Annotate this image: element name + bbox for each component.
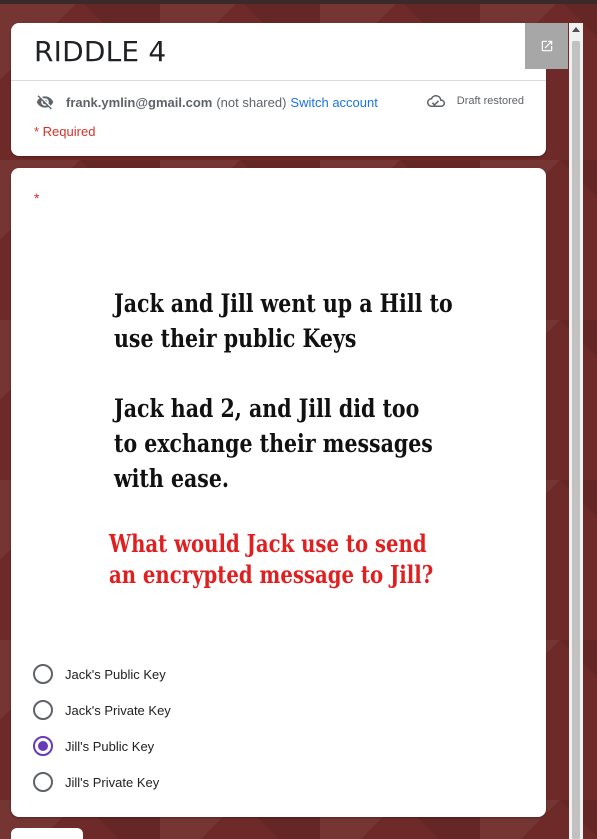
form-title: RIDDLE 4 (34, 35, 167, 68)
riddle-line: Jack and Jill went up a Hill to (114, 289, 453, 318)
required-note: * Required (34, 124, 96, 139)
option-jacks-private-key[interactable]: Jack's Private Key (33, 692, 171, 728)
option-jacks-public-key[interactable]: Jack's Public Key (33, 656, 171, 692)
form-header-card: RIDDLE 4 frank.ymlin@gmail.com (not shar… (11, 23, 568, 156)
option-jills-private-key[interactable]: Jill's Private Key (33, 764, 171, 800)
option-label: Jack's Public Key (65, 666, 166, 682)
visibility-off-icon (36, 95, 54, 110)
radio-button[interactable] (33, 664, 53, 684)
scroll-up-arrow-icon[interactable] (572, 27, 580, 32)
riddle-image-text: Jack and Jill went up a Hill to use thei… (114, 286, 453, 496)
scrollbar[interactable] (569, 23, 583, 839)
riddle-line: with ease. (114, 464, 229, 493)
question-line: an encrypted message to Jill? (109, 560, 434, 589)
question-line: What would Jack use to send (109, 529, 427, 558)
open-in-new-icon (541, 40, 552, 52)
not-shared-label: (not shared) (216, 94, 287, 110)
riddle-line: to exchange their messages (114, 429, 433, 458)
radio-button[interactable] (33, 700, 53, 720)
riddle-line: use their public Keys (114, 324, 357, 353)
riddle-line: Jack had 2, and Jill did too (114, 394, 420, 423)
radio-button[interactable] (33, 772, 53, 792)
answer-options: Jack's Public Key Jack's Private Key Jil… (33, 656, 171, 800)
draft-status-label: Draft restored (456, 95, 524, 107)
option-jills-public-key[interactable]: Jill's Public Key (33, 728, 171, 764)
option-label: Jill's Public Key (65, 738, 155, 754)
scrollbar-thumb[interactable] (572, 41, 580, 839)
next-card-edge (11, 828, 83, 839)
required-marker: * (34, 190, 40, 206)
account-email: frank.ymlin@gmail.com (66, 94, 213, 110)
option-label: Jill's Private Key (65, 774, 160, 790)
draft-status: Draft restored (426, 94, 524, 108)
radio-button-selected[interactable] (33, 736, 53, 756)
account-row: frank.ymlin@gmail.com (not shared) Switc… (34, 93, 378, 111)
option-label: Jack's Private Key (65, 702, 171, 718)
open-in-new-button[interactable] (525, 23, 568, 69)
riddle-question: What would Jack use to send an encrypted… (109, 528, 433, 590)
header-divider (11, 80, 546, 81)
top-strip (0, 0, 597, 4)
question-card: * Jack and Jill went up a Hill to use th… (11, 168, 546, 817)
cloud-done-icon (426, 95, 445, 107)
switch-account-link[interactable]: Switch account (290, 95, 377, 110)
